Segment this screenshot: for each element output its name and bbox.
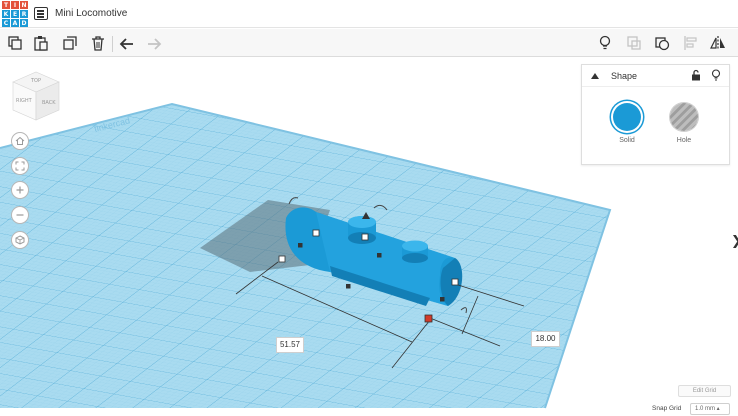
logo-letter: D bbox=[20, 19, 28, 27]
logo-letter: C bbox=[2, 19, 10, 27]
view-cube[interactable]: TOP RIGHT BACK bbox=[10, 68, 62, 124]
logo-letter: I bbox=[11, 1, 19, 9]
align-button[interactable] bbox=[681, 33, 701, 53]
zoom-out-button[interactable] bbox=[11, 206, 29, 224]
ungroup-icon bbox=[655, 37, 670, 51]
hole-swatch[interactable] bbox=[670, 103, 698, 131]
toolbar bbox=[0, 29, 738, 57]
duplicate-icon bbox=[63, 36, 77, 50]
solid-label: Solid bbox=[619, 137, 635, 144]
edge-handle[interactable] bbox=[377, 253, 382, 258]
mirror-button[interactable] bbox=[708, 33, 728, 53]
panel-toggle-chevron-icon[interactable]: ❯ bbox=[731, 233, 738, 249]
logo-letter: R bbox=[20, 10, 28, 18]
design-list-icon[interactable] bbox=[34, 7, 48, 20]
cube-icon bbox=[15, 235, 25, 245]
show-all-button[interactable] bbox=[595, 33, 615, 53]
lightbulb-icon[interactable] bbox=[710, 69, 722, 81]
collapse-button[interactable] bbox=[590, 71, 600, 81]
minus-icon bbox=[16, 214, 24, 216]
fit-view-button[interactable] bbox=[11, 157, 29, 175]
caret-up-icon bbox=[591, 73, 599, 79]
edit-grid-button[interactable]: Edit Grid bbox=[678, 385, 731, 397]
view-cube-side-label: BACK bbox=[42, 100, 56, 106]
group-button[interactable] bbox=[624, 33, 644, 53]
view-cube-top-label: TOP bbox=[30, 78, 41, 84]
corner-handle[interactable] bbox=[361, 233, 369, 241]
group-icon bbox=[627, 36, 641, 50]
logo-letter: N bbox=[20, 1, 28, 9]
corner-handle[interactable] bbox=[451, 278, 459, 286]
length-dimension-box[interactable]: 51.57 bbox=[276, 337, 304, 353]
undo-button[interactable] bbox=[117, 33, 137, 53]
home-icon bbox=[15, 136, 25, 145]
hole-label: Hole bbox=[676, 137, 692, 144]
copy-icon bbox=[8, 36, 22, 50]
trash-icon bbox=[92, 36, 104, 51]
logo-letter: E bbox=[11, 10, 19, 18]
ortho-view-button[interactable] bbox=[11, 231, 29, 249]
zoom-in-button[interactable] bbox=[11, 181, 29, 199]
paste-icon bbox=[34, 36, 48, 51]
logo-letter: A bbox=[11, 19, 19, 27]
lightbulb-icon bbox=[599, 35, 611, 50]
shape-inspector: Shape Solid Hole bbox=[581, 64, 730, 165]
plus-icon bbox=[16, 186, 24, 194]
ungroup-button[interactable] bbox=[652, 33, 672, 53]
design-title[interactable]: Mini Locomotive bbox=[55, 8, 127, 19]
width-dimension-box[interactable]: 18.00 bbox=[531, 331, 560, 347]
delete-button[interactable] bbox=[88, 33, 108, 53]
redo-button[interactable] bbox=[144, 33, 164, 53]
snap-grid-select[interactable]: 1.0 mm ▴ bbox=[690, 403, 730, 415]
edge-handle[interactable] bbox=[298, 243, 303, 248]
edge-handle[interactable] bbox=[440, 297, 445, 302]
corner-handle[interactable] bbox=[312, 229, 320, 237]
inspector-title: Shape bbox=[611, 71, 638, 81]
tinkercad-logo[interactable]: T I N K E R C A D bbox=[2, 1, 28, 27]
logo-letter: T bbox=[2, 1, 10, 9]
app-header: T I N K E R C A D Mini Locomotive bbox=[0, 0, 738, 28]
home-view-button[interactable] bbox=[11, 132, 29, 150]
redo-icon bbox=[148, 38, 162, 50]
view-cube-front-label: RIGHT bbox=[16, 98, 33, 104]
corner-handle-active[interactable] bbox=[424, 314, 433, 323]
logo-letter: K bbox=[2, 10, 10, 18]
align-icon bbox=[684, 36, 697, 50]
mirror-icon bbox=[710, 36, 725, 50]
undo-icon bbox=[119, 38, 133, 50]
paste-button[interactable] bbox=[31, 33, 51, 53]
corner-handle[interactable] bbox=[278, 255, 286, 263]
edge-handle[interactable] bbox=[346, 284, 351, 289]
duplicate-button[interactable] bbox=[60, 33, 80, 53]
lock-icon[interactable] bbox=[690, 69, 702, 81]
copy-button[interactable] bbox=[5, 33, 25, 53]
snap-grid-label: Snap Grid bbox=[652, 405, 682, 412]
solid-swatch[interactable] bbox=[613, 103, 641, 131]
fit-view-icon bbox=[15, 161, 25, 171]
